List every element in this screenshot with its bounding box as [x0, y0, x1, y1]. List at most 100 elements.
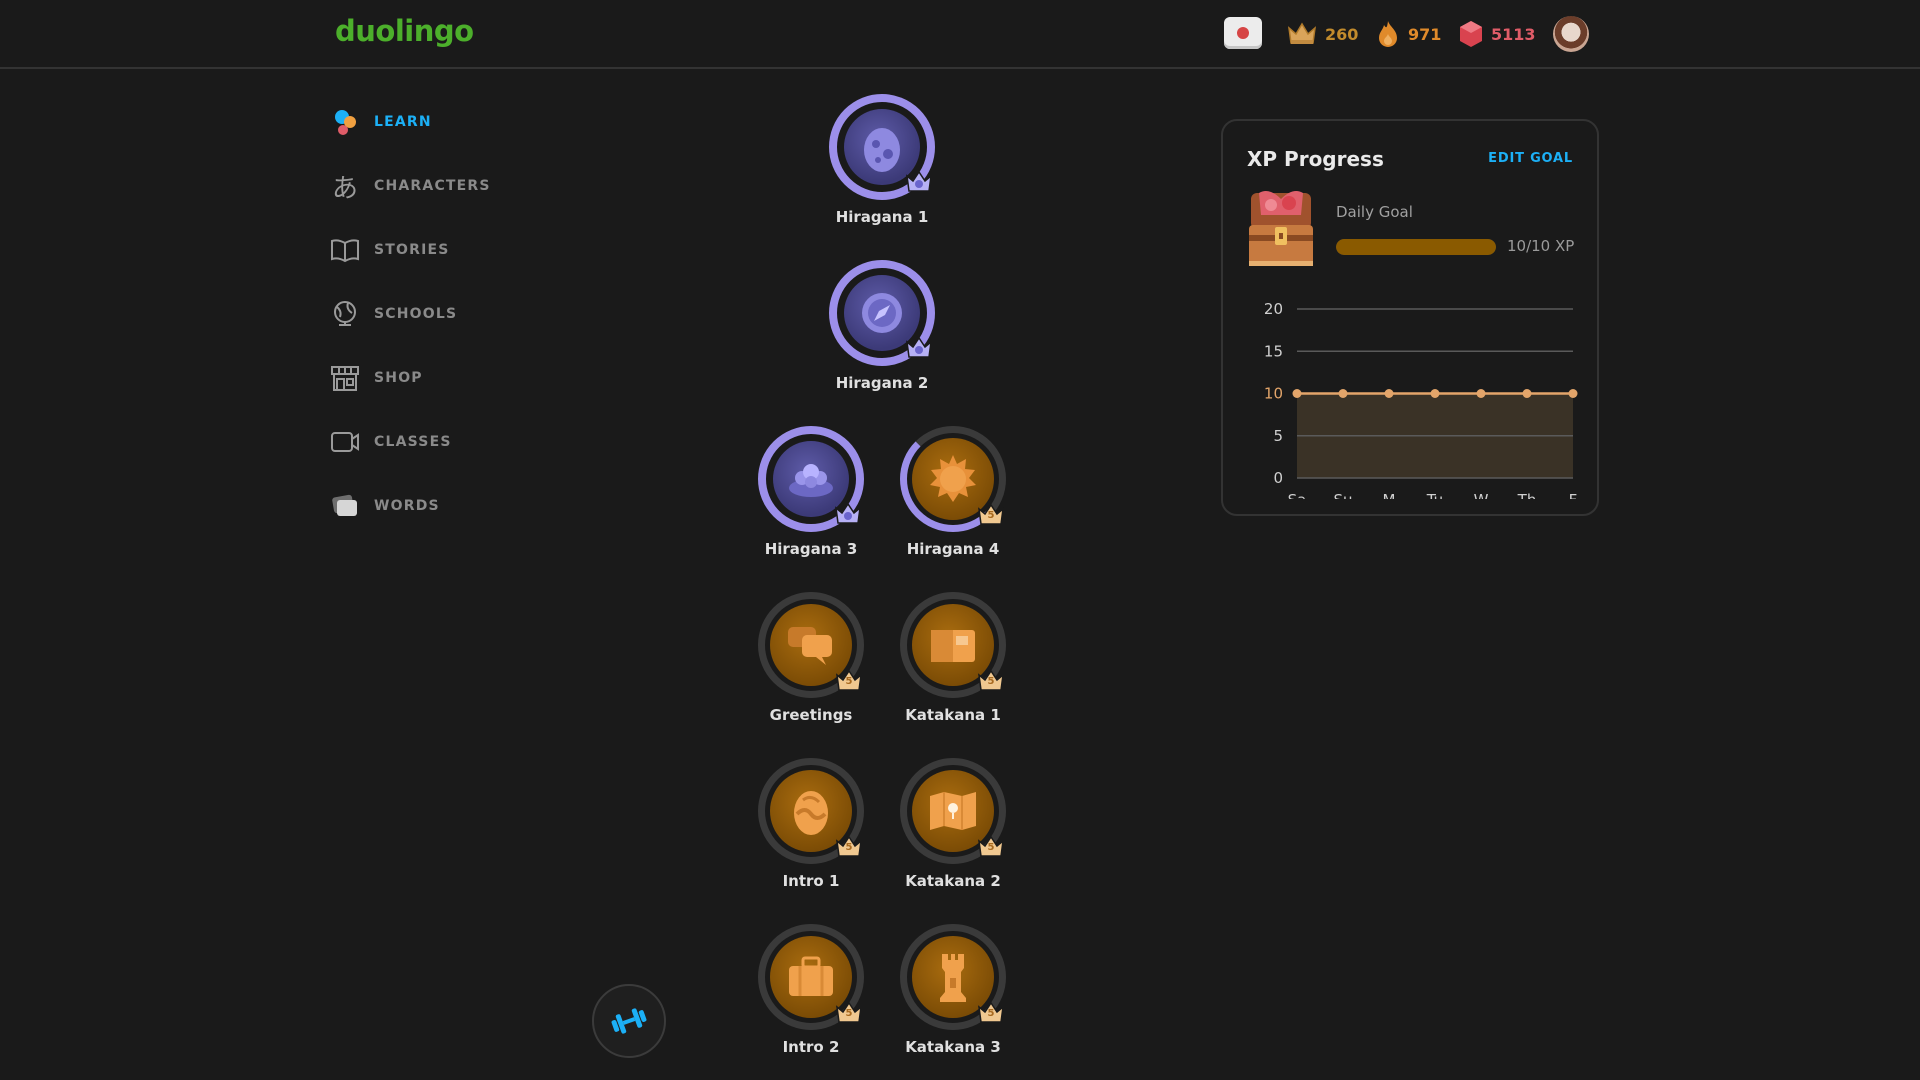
skill-label: Katakana 1 [905, 706, 1001, 724]
skill-hiragana-4[interactable]: 5 Hiragana 4 [888, 426, 1018, 558]
daily-goal-progress-fill [1336, 239, 1496, 255]
cards-icon [330, 491, 360, 521]
chart-x-tick-label: M [1383, 491, 1396, 499]
sun-icon [930, 455, 976, 502]
gem-icon [1460, 21, 1482, 47]
skill-label: Hiragana 2 [835, 374, 929, 392]
xp-chart: 0 5 10 15 20 Sa Su M Tu W Th F [1264, 300, 1578, 499]
characters-icon: あ [331, 173, 358, 204]
skill-hiragana-3[interactable]: Hiragana 3 [746, 426, 876, 558]
crown-level-badge: 5 [977, 667, 1005, 693]
sidebar-item-words[interactable]: WORDS [330, 486, 440, 526]
crown-level-badge: 5 [835, 999, 863, 1025]
crown-level-badge: 5 [835, 667, 863, 693]
crowns-counter[interactable]: 260 [1287, 16, 1358, 52]
skill-label: Greetings [769, 706, 853, 724]
chart-data-point [1384, 389, 1394, 398]
chart-data-point [1430, 389, 1440, 398]
sidebar-item-label: CLASSES [374, 434, 452, 450]
skill-label: Hiragana 1 [835, 208, 929, 226]
streak-count: 971 [1408, 24, 1442, 44]
skill-katakana-3[interactable]: 5 Katakana 3 [888, 924, 1018, 1056]
skill-katakana-1[interactable]: 5 Katakana 1 [888, 592, 1018, 724]
sidebar-item-shop[interactable]: SHOP [330, 358, 423, 398]
legendary-badge-icon [834, 500, 862, 526]
sidebar-item-label: LEARN [374, 114, 432, 130]
treasure-chest-icon [1245, 189, 1317, 269]
skill-label: Intro 2 [782, 1038, 840, 1056]
skill-label: Katakana 3 [905, 1038, 1001, 1056]
chart-y-tick-label: 0 [1273, 469, 1283, 487]
chart-x-tick-label: Su [1333, 491, 1352, 499]
camera-icon [330, 427, 360, 457]
daily-goal-label: Daily Goal [1336, 203, 1413, 221]
gems-counter[interactable]: 5113 [1459, 16, 1536, 52]
castle-icon [940, 954, 966, 1002]
sidebar-item-classes[interactable]: CLASSES [330, 422, 452, 462]
chart-x-tick-label: Sa [1288, 491, 1307, 499]
skill-label: Hiragana 3 [764, 540, 858, 558]
flower-icon [789, 464, 833, 497]
skill-katakana-2[interactable]: 5 Katakana 2 [888, 758, 1018, 890]
skill-hiragana-2[interactable]: Hiragana 2 [817, 260, 947, 392]
learn-icon [330, 107, 360, 137]
dumbbell-icon [611, 1008, 647, 1034]
skill-label: Hiragana 4 [906, 540, 1000, 558]
chart-data-point [1522, 389, 1532, 398]
sidebar-item-schools[interactable]: SCHOOLS [330, 294, 457, 334]
sidebar-item-label: SCHOOLS [374, 306, 458, 322]
chart-x-tick-label: Tu [1426, 491, 1443, 499]
skill-label: Katakana 2 [905, 872, 1001, 890]
speech-bubbles-icon [788, 627, 832, 665]
chart-y-tick-label: 15 [1264, 342, 1283, 360]
crowns-count: 260 [1325, 24, 1359, 44]
top-bar: duolingo 260 971 5113 [0, 0, 1920, 69]
sidebar-item-label: SHOP [374, 370, 423, 386]
sidebar-item-learn[interactable]: LEARN [330, 102, 432, 142]
chart-data-point [1338, 389, 1348, 398]
sidebar-item-characters[interactable]: あ CHARACTERS [330, 166, 491, 206]
box-icon [931, 630, 975, 662]
chart-y-tick-label: 10 [1264, 385, 1283, 403]
egg-icon [864, 128, 900, 172]
sidebar-item-stories[interactable]: STORIES [330, 230, 450, 270]
legendary-badge-icon [905, 334, 933, 360]
legendary-badge-icon [905, 168, 933, 194]
crown-level-badge: 5 [977, 501, 1005, 527]
skill-intro-2[interactable]: 5 Intro 2 [746, 924, 876, 1056]
edit-goal-button[interactable]: EDIT GOAL [1488, 151, 1573, 166]
duolingo-logo[interactable]: duolingo [335, 14, 474, 48]
skill-label: Intro 1 [782, 872, 840, 890]
flame-icon [1379, 21, 1397, 47]
compass-icon [862, 293, 902, 333]
sidebar-item-label: WORDS [374, 498, 440, 514]
sidebar-item-label: CHARACTERS [374, 178, 491, 194]
streak-counter[interactable]: 971 [1376, 16, 1441, 52]
avatar[interactable] [1553, 16, 1589, 52]
chart-y-tick-label: 5 [1273, 427, 1283, 445]
chart-data-point [1476, 389, 1486, 398]
chart-data-point [1568, 389, 1578, 398]
japan-flag-icon[interactable] [1224, 17, 1262, 49]
practice-button[interactable] [592, 984, 666, 1058]
book-icon [330, 235, 360, 265]
egg-icon [794, 791, 828, 835]
shop-icon [330, 363, 360, 393]
chart-data-point [1292, 389, 1302, 398]
crown-level-badge: 5 [835, 833, 863, 859]
skill-greetings[interactable]: 5 Greetings [746, 592, 876, 724]
globe-icon [330, 299, 360, 329]
suitcase-icon [789, 956, 833, 996]
skill-hiragana-1[interactable]: Hiragana 1 [817, 94, 947, 226]
map-icon [930, 792, 976, 830]
chart-x-tick-label: Th [1517, 491, 1537, 499]
crown-level-badge: 5 [977, 999, 1005, 1025]
daily-goal-progress-bar [1336, 239, 1496, 255]
crown-icon [1287, 22, 1317, 44]
skill-intro-1[interactable]: 5 Intro 1 [746, 758, 876, 890]
chart-y-tick-label: 20 [1264, 300, 1283, 318]
crown-level-badge: 5 [977, 833, 1005, 859]
xp-panel-title: XP Progress [1247, 147, 1384, 171]
chart-x-tick-label: W [1474, 491, 1489, 499]
chart-x-tick-label: F [1569, 491, 1578, 499]
